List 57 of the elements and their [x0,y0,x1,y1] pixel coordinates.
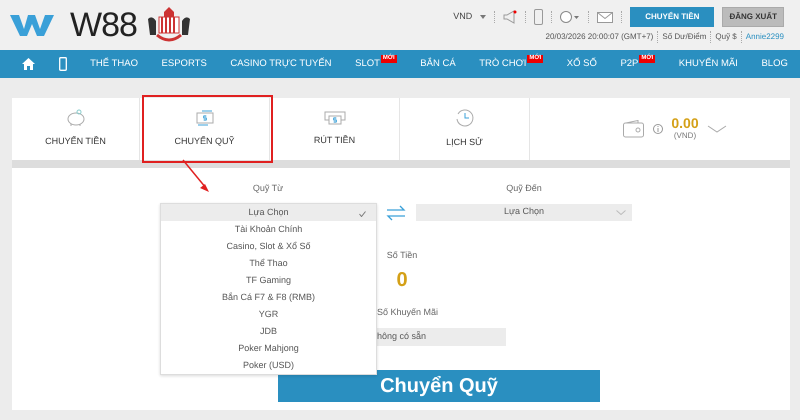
tab[interactable]: RÚT TIỀN [314,134,356,148]
wallet-icon [623,120,646,138]
from-label: Quỹ Từ [252,182,284,195]
mail-icon[interactable] [597,12,614,22]
money-transfer-icon [194,109,216,128]
chevron-down-icon[interactable] [616,210,626,214]
dropdown-option[interactable]: Bắn Cá F7 & F8 (RMB) [161,289,376,306]
cash-icon [324,110,346,126]
chevron-down-icon[interactable] [706,125,727,133]
nav-link[interactable]: ESPORTS [162,56,207,72]
piggy-bank-icon [64,109,86,128]
mobile-icon[interactable] [534,9,544,25]
check-icon [359,210,366,217]
datetime-text: 20/03/2026 20:00:07 (GMT+7) [546,31,654,43]
nav-link[interactable]: BLOG [761,56,788,72]
nav-link[interactable]: P2P [620,56,638,72]
nav-link[interactable]: THỂ THAO [90,56,138,72]
history-icon [454,108,474,128]
dropdown-option[interactable]: Poker Mahjong [161,340,376,357]
nav-link[interactable]: CASINO TRỰC TUYẾN [230,56,332,72]
nav-link[interactable]: XỔ SỐ [566,56,597,72]
dropdown-option[interactable]: Tài Khoản Chính [161,221,376,238]
deposit-button[interactable]: CHUYỂN TIỀN [630,7,714,27]
dropdown-option[interactable]: Casino, Slot & Xổ Số [161,238,376,255]
dropdown-option[interactable]: JDB [161,323,376,340]
logout-button[interactable]: ĐĂNG XUẤT [722,7,784,27]
fund-link[interactable]: Quỹ $ [715,31,737,43]
tab[interactable]: LỊCH SỬ [446,136,483,150]
amount-value: 0 [396,270,408,290]
dropdown-option[interactable]: YGR [161,306,376,323]
dropdown-option[interactable]: TF Gaming [161,272,376,289]
promo-field[interactable]: hông có sẵn [377,328,506,346]
nav-link[interactable]: SLOT [355,56,380,72]
caret-icon[interactable] [480,15,486,19]
megaphone-icon[interactable] [503,10,518,24]
nav-link[interactable]: BẮN CÁ [420,56,456,72]
amount-label: Số Tiền [386,248,418,262]
info-icon[interactable] [653,124,664,134]
dropdown-option[interactable]: Lựa Chọn [161,204,376,221]
balance-link[interactable]: Số Dư/Điểm [662,31,706,43]
tab[interactable]: CHUYỂN QUỸ [174,135,234,149]
wallet-amount: 0.00 [671,116,699,130]
home-icon[interactable] [22,58,35,70]
to-select[interactable]: Lựa Chọn [416,204,632,220]
transfer-button[interactable]: Chuyển Quỹ [278,370,600,402]
brand-name: W88 [70,8,137,42]
tab[interactable]: CHUYỂN TIỀN [45,135,106,149]
annotation-arrow [181,159,211,193]
language-icon[interactable] [560,11,580,23]
dropdown-option[interactable]: Thể Thao [161,255,376,272]
nav-link[interactable]: KHUYẾN MÃI [678,56,738,72]
promo-label: Số Khuyến Mãi [376,306,440,319]
to-label: Quỹ Đến [506,182,542,195]
nav-link[interactable]: TRÒ CHƠI [479,56,526,72]
currency-select[interactable]: VND [453,10,472,24]
swap-icon[interactable] [386,204,406,220]
wallet-currency: (VND) [674,130,696,142]
